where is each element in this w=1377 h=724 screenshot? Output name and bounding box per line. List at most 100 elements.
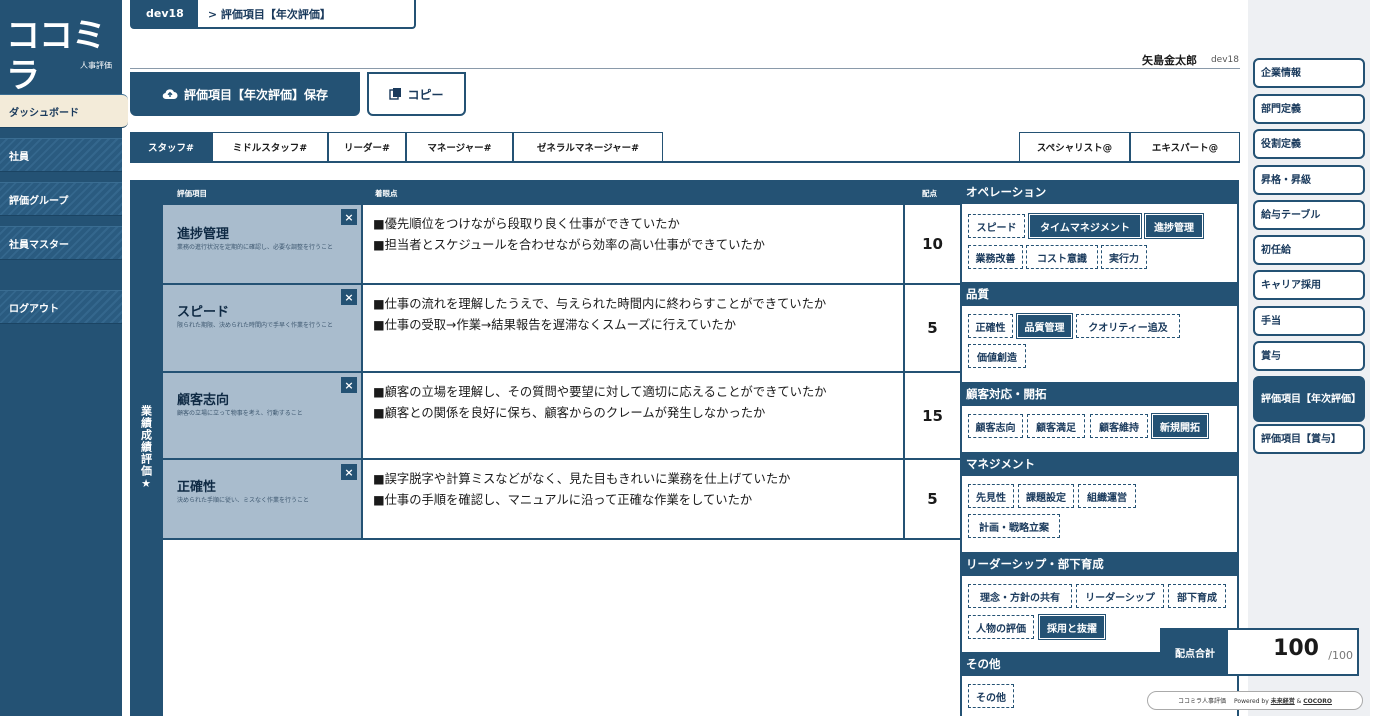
category-tag[interactable]: 人物の評価 xyxy=(968,615,1034,639)
category-heading: 顧客対応・開拓 xyxy=(962,382,1239,406)
sidebar-item-label: 評価グループ xyxy=(9,195,69,207)
sidebar-item-label: ダッシュボード xyxy=(9,107,79,119)
copy-icon xyxy=(389,88,402,100)
item-description: 限られた期限、決められた時間内で手早く作業を行うこと xyxy=(177,322,334,329)
right-nav-promotion[interactable]: 昇格・昇級 xyxy=(1253,165,1365,195)
sidebar-item-employees[interactable]: 社員 xyxy=(0,138,122,172)
category-tag[interactable]: 組織運営 xyxy=(1078,484,1136,508)
item-title: 進捗管理 xyxy=(177,227,230,242)
right-nav-company-info[interactable]: 企業情報 xyxy=(1253,58,1365,88)
cloud-upload-icon xyxy=(162,89,178,100)
category-tag[interactable]: 価値創造 xyxy=(968,344,1026,368)
tab-general-manager[interactable]: ゼネラルマネージャー# xyxy=(513,132,663,161)
tab-staff[interactable]: スタッフ# xyxy=(130,132,212,161)
category-tag[interactable]: タイムマネジメント xyxy=(1028,213,1142,239)
footer-powered: Powered by xyxy=(1234,698,1269,705)
category-tag[interactable]: 計画・戦略立案 xyxy=(968,514,1060,538)
app-logo[interactable]: ココミラ 人事評価 xyxy=(6,16,118,96)
point-line: ■担当者とスケジュールを合わせながら効率の高い仕事ができていたか xyxy=(373,238,765,252)
tab-label: スペシャリスト@ xyxy=(1036,143,1113,154)
sidebar-item-eval-groups[interactable]: 評価グループ xyxy=(0,182,122,216)
point-cell[interactable]: ■誤字脱字や計算ミスなどがなく、見た目もきれいに業務を仕上げていたか ■仕事の手… xyxy=(363,460,905,538)
env-badge: dev18 xyxy=(132,0,198,27)
remove-item-button[interactable]: × xyxy=(341,377,357,393)
category-tag[interactable]: 先見性 xyxy=(968,484,1014,508)
sidebar-item-dashboard[interactable]: ダッシュボード xyxy=(0,94,128,128)
category-tag[interactable]: 正確性 xyxy=(968,314,1013,338)
table-body: 評価項目 着眼点 配点 進捗管理 業務の進行状況を定期的に確認し、必要な調整を行… xyxy=(161,180,960,716)
tab-label: エキスパート@ xyxy=(1151,143,1219,154)
right-nav-career-hiring[interactable]: キャリア採用 xyxy=(1253,270,1365,300)
category-tag[interactable]: 理念・方針の共有 xyxy=(968,584,1072,608)
tab-leader[interactable]: リーダー# xyxy=(328,132,406,161)
right-nav-bonus[interactable]: 賞与 xyxy=(1253,341,1365,371)
point-cell[interactable]: ■顧客の立場を理解し、その質問や要望に対して適切に応えることができていたか ■顧… xyxy=(363,373,905,458)
right-nav-label: 評価項目【賞与】 xyxy=(1261,433,1341,445)
category-tag[interactable]: スピード xyxy=(968,214,1025,238)
category-heading: オペレーション xyxy=(962,180,1239,204)
point-cell[interactable]: ■仕事の流れを理解したうえで、与えられた時間内に終わらすことができていたか ■仕… xyxy=(363,285,905,371)
right-nav-label: 昇格・昇級 xyxy=(1261,174,1311,186)
category-tag[interactable]: 進捗管理 xyxy=(1144,213,1204,239)
item-cell: 進捗管理 業務の進行状況を定期的に確認し、必要な調整を行うこと × xyxy=(163,205,363,283)
score-cell[interactable]: 10 xyxy=(905,205,960,283)
save-button[interactable]: 評価項目【年次評価】保存 xyxy=(130,72,360,116)
category-tag[interactable]: その他 xyxy=(968,684,1014,708)
category-tag[interactable]: コスト意識 xyxy=(1026,245,1098,269)
footer-company-link[interactable]: 未来経営 xyxy=(1271,698,1295,705)
score-cell[interactable]: 5 xyxy=(905,285,960,371)
point-cell[interactable]: ■優先順位をつけながら段取り良く仕事ができていたか ■担当者とスケジュールを合わ… xyxy=(363,205,905,283)
tab-specialist[interactable]: スペシャリスト@ xyxy=(1019,132,1130,161)
total-score-max: /100 xyxy=(1328,649,1353,662)
total-score-box: 配点合計 100 /100 xyxy=(1160,628,1359,676)
category-tag[interactable]: 新規開拓 xyxy=(1151,413,1209,439)
copy-button-label: コピー xyxy=(407,87,444,102)
tab-manager[interactable]: マネージャー# xyxy=(406,132,513,161)
category-tag[interactable]: 課題設定 xyxy=(1018,484,1074,508)
tab-label: ゼネラルマネージャー# xyxy=(536,143,640,154)
category-tag[interactable]: 採用と抜擢 xyxy=(1038,614,1106,640)
category-tag[interactable]: 部下育成 xyxy=(1168,584,1226,608)
right-nav-departments[interactable]: 部門定義 xyxy=(1253,94,1365,124)
category-tag[interactable]: 顧客満足 xyxy=(1027,414,1085,438)
item-description: 決められた手順に従い、ミスなく作業を行うこと xyxy=(177,497,310,504)
table-row: 正確性 決められた手順に従い、ミスなく作業を行うこと × ■誤字脱字や計算ミスな… xyxy=(163,460,960,540)
footer-company-link[interactable]: COCORO xyxy=(1303,698,1332,705)
sidebar-item-logout[interactable]: ログアウト xyxy=(0,290,122,324)
copy-button[interactable]: コピー xyxy=(367,72,466,116)
right-nav-roles[interactable]: 役割定義 xyxy=(1253,129,1365,159)
right-nav-label: 賞与 xyxy=(1261,350,1281,362)
category-tag[interactable]: 業務改善 xyxy=(968,245,1023,269)
category-tag[interactable]: 顧客志向 xyxy=(968,414,1023,438)
right-nav-eval-bonus[interactable]: 評価項目【賞与】 xyxy=(1253,424,1365,454)
close-icon: × xyxy=(344,290,354,304)
remove-item-button[interactable]: × xyxy=(341,464,357,480)
category-tag[interactable]: 品質管理 xyxy=(1016,313,1073,339)
user-env: dev18 xyxy=(1210,55,1239,65)
remove-item-button[interactable]: × xyxy=(341,209,357,225)
tab-label: リーダー# xyxy=(344,143,390,154)
close-icon: × xyxy=(344,465,354,479)
score-cell[interactable]: 5 xyxy=(905,460,960,538)
score-cell[interactable]: 15 xyxy=(905,373,960,458)
item-cell: スピード 限られた期限、決められた時間内で手早く作業を行うこと × xyxy=(163,285,363,371)
table-row: スピード 限られた期限、決められた時間内で手早く作業を行うこと × ■仕事の流れ… xyxy=(163,285,960,373)
right-nav-starting-salary[interactable]: 初任給 xyxy=(1253,235,1365,265)
sidebar-item-employee-master[interactable]: 社員マスター xyxy=(0,226,122,260)
sidebar-item-label: 社員マスター xyxy=(9,239,69,251)
footer-brand: ココミラ人事評価 xyxy=(1178,698,1227,705)
category-tag[interactable]: クオリティー追及 xyxy=(1076,314,1180,338)
item-cell: 正確性 決められた手順に従い、ミスなく作業を行うこと × xyxy=(163,460,363,538)
tab-expert[interactable]: エキスパート@ xyxy=(1130,132,1240,161)
logo-subtitle: 人事評価 xyxy=(80,61,112,70)
category-tag[interactable]: リーダーシップ xyxy=(1076,584,1164,608)
tab-middle-staff[interactable]: ミドルスタッフ# xyxy=(212,132,328,161)
right-nav-salary-table[interactable]: 給与テーブル xyxy=(1253,200,1365,230)
sidebar-item-label: ログアウト xyxy=(9,303,59,315)
remove-item-button[interactable]: × xyxy=(341,289,357,305)
category-tag[interactable]: 実行力 xyxy=(1101,245,1147,269)
right-nav-eval-annual[interactable]: 評価項目【年次評価】 xyxy=(1253,376,1365,422)
right-nav-label: 手当 xyxy=(1261,315,1281,327)
category-tag[interactable]: 顧客維持 xyxy=(1090,414,1148,438)
right-nav-allowance[interactable]: 手当 xyxy=(1253,306,1365,336)
